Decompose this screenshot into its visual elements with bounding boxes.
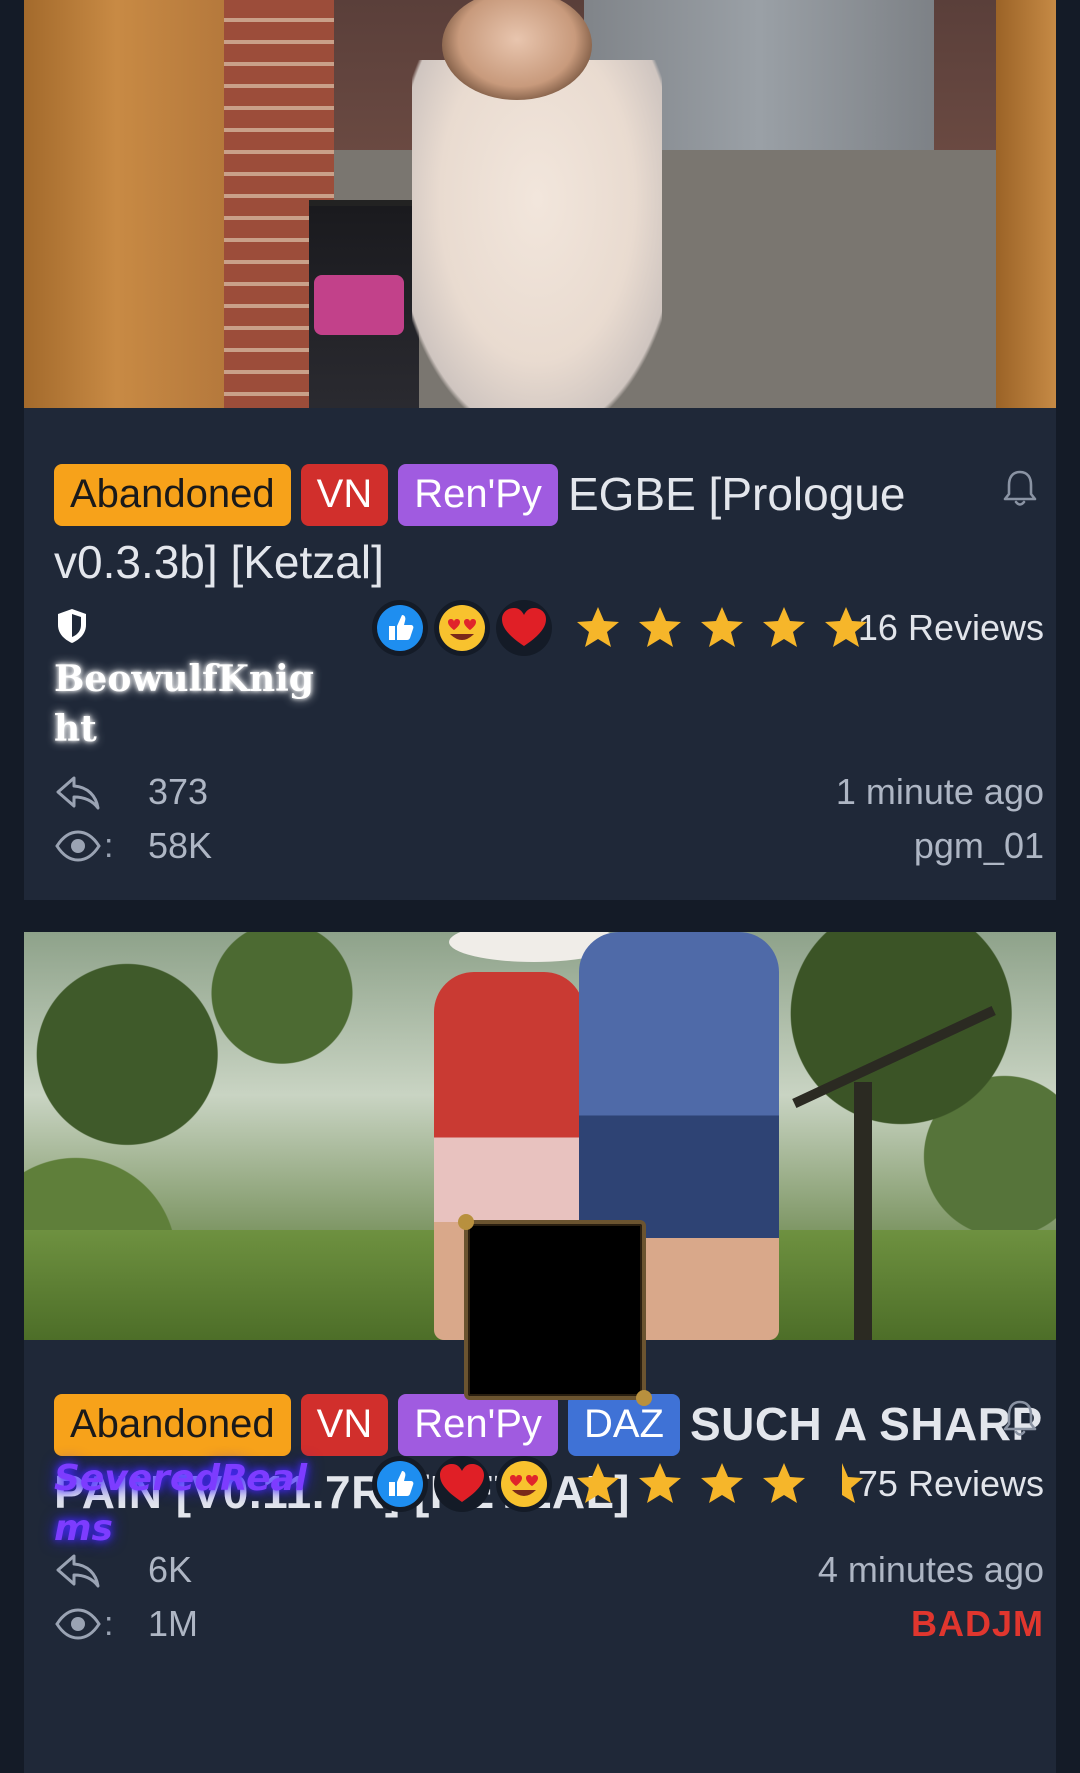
reply-icon (56, 1554, 100, 1588)
eye-icon (55, 830, 101, 862)
red-heart-icon[interactable] (496, 600, 552, 656)
thumbs-up-icon[interactable] (372, 1456, 428, 1512)
bell-icon[interactable] (1002, 468, 1038, 508)
star-icon (639, 607, 681, 647)
author-name[interactable]: BeowulfKnight (54, 654, 324, 754)
star-icon (577, 607, 619, 647)
tag-renpy[interactable]: Ren'Py (398, 464, 558, 526)
thumbs-up-icon[interactable] (372, 600, 428, 656)
thread-feed: Abandoned VN Ren'Py EGBE [Prologue v0.3.3b]… (0, 0, 1080, 1773)
thread-meta: BeowulfKnight 16 Reviews (54, 598, 1044, 750)
tag-vn[interactable]: VN (300, 464, 389, 526)
tag-renpy[interactable]: Ren'Py (398, 1394, 558, 1456)
reviews-count[interactable]: 16 Reviews (858, 604, 1044, 652)
reply-count: 373 (148, 771, 209, 812)
star-icon (701, 1463, 743, 1503)
tag-abandoned[interactable]: Abandoned (54, 1394, 291, 1456)
heart-eyes-icon[interactable] (434, 600, 490, 656)
reply-icon (56, 776, 100, 810)
heart-eyes-icon[interactable] (496, 1456, 552, 1512)
bell-icon[interactable] (1002, 1398, 1038, 1438)
author-name[interactable]: SeveredRealms (54, 1454, 324, 1554)
thread-thumbnail[interactable] (24, 0, 1056, 408)
shield-icon (58, 609, 86, 643)
stat-separator: : (104, 1605, 114, 1643)
star-icon (577, 1463, 619, 1503)
thread-title-row[interactable]: Abandoned VN Ren'Py EGBE [Prologue v0.3.3b]… (54, 460, 1044, 596)
tag-vn[interactable]: VN (300, 1394, 389, 1456)
last-poster[interactable]: pgm_01 (914, 822, 1044, 870)
view-count: 58K (148, 825, 213, 866)
star-icon (701, 607, 743, 647)
view-count: 1M (148, 1603, 199, 1644)
tag-daz[interactable]: DAZ (567, 1394, 680, 1456)
stat-separator: : (104, 827, 114, 865)
star-icon (639, 1463, 681, 1503)
star-icon (763, 1463, 805, 1503)
thread-meta: SeveredRealms 75 Reviews (54, 1454, 1044, 1549)
tag-abandoned[interactable]: Abandoned (54, 464, 291, 526)
reviews-count[interactable]: 75 Reviews (858, 1460, 1044, 1508)
eye-icon (55, 1608, 101, 1640)
red-heart-icon[interactable] (434, 1456, 490, 1512)
avatar-overlay[interactable] (458, 1214, 652, 1406)
star-icon (763, 607, 805, 647)
last-poster[interactable]: BADJM (911, 1600, 1044, 1648)
thread-card[interactable]: Abandoned VN Ren'Py EGBE [Prologue v0.3.3b]… (24, 0, 1056, 900)
last-post-time[interactable]: 1 minute ago (836, 768, 1044, 816)
reply-count: 6K (148, 1549, 193, 1590)
last-post-time[interactable]: 4 minutes ago (818, 1546, 1044, 1594)
